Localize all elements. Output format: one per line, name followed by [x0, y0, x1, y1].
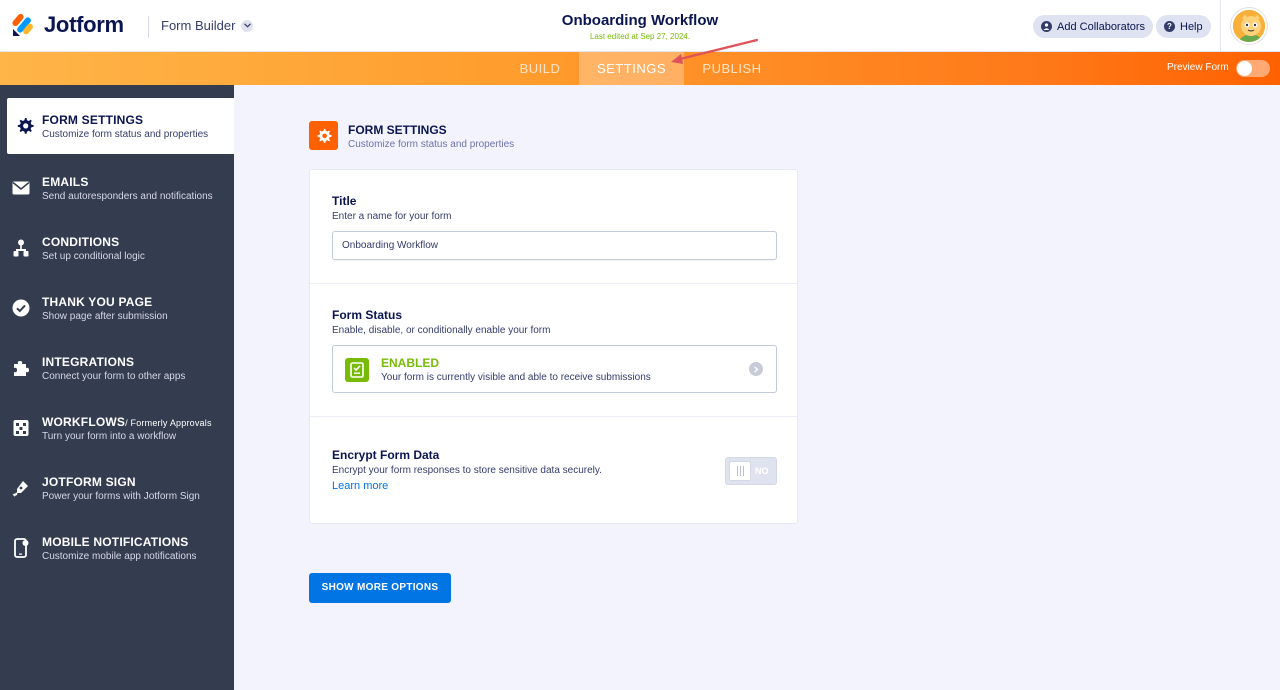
add-collaborators-label: Add Collaborators: [1057, 20, 1146, 33]
sidebar-item-subtitle: Turn your form into a workflow: [42, 430, 177, 442]
title-description: Enter a name for your form: [332, 211, 452, 222]
sidebar-item-subtitle: Show page after submission: [42, 310, 168, 322]
preview-form-label: Preview Form: [1167, 62, 1229, 73]
sidebar-item-title: INTEGRATIONS: [42, 354, 135, 369]
sidebar-item-title: FORM SETTINGS: [42, 112, 144, 127]
pen-icon: [0, 479, 42, 497]
learn-more-link[interactable]: Learn more: [332, 480, 388, 492]
section-header: FORM SETTINGS Customize form status and …: [309, 121, 514, 150]
sidebar-item-title: WORKFLOWS/ Formerly Approvals: [42, 415, 234, 429]
encrypt-toggle[interactable]: NO: [725, 457, 777, 485]
sidebar-item-subtitle: Set up conditional logic: [42, 250, 145, 262]
status-badge: ENABLED: [381, 356, 440, 370]
builder-tabs-bar: BUILD SETTINGS PUBLISH Preview Form: [0, 52, 1280, 85]
sidebar-item-subtitle: Customize mobile app notifications: [42, 550, 197, 562]
title-label: Title: [332, 194, 357, 208]
gear-icon: [7, 117, 42, 135]
user-icon: [1041, 21, 1052, 32]
sidebar-item-conditions[interactable]: CONDITIONS Set up conditional logic: [0, 218, 234, 278]
workflows-title: WORKFLOWS: [42, 414, 126, 429]
workflows-formerly-approvals: / Formerly Approvals: [125, 417, 212, 428]
toggle-state-label: NO: [755, 466, 769, 476]
gear-icon: [309, 121, 338, 150]
show-more-options-button[interactable]: SHOW MORE OPTIONS: [309, 573, 451, 603]
status-description: Your form is currently visible and able …: [381, 372, 651, 383]
sidebar-item-workflows[interactable]: WORKFLOWS/ Formerly Approvals Turn your …: [0, 398, 234, 458]
sidebar-item-title: EMAILS: [42, 174, 89, 189]
sidebar-item-subtitle: Customize form status and properties: [42, 128, 209, 140]
tab-settings[interactable]: SETTINGS: [579, 52, 684, 85]
sidebar-item-mobile-notifications[interactable]: MOBILE NOTIFICATIONS Customize mobile ap…: [0, 518, 234, 578]
encrypt-label: Encrypt Form Data: [332, 448, 440, 462]
mobile-icon: [0, 538, 42, 558]
workflow-icon: [0, 419, 42, 437]
sidebar-item-title: THANK YOU PAGE: [42, 294, 153, 309]
toggle-knob: [1237, 61, 1252, 76]
sidebar-item-integrations[interactable]: INTEGRATIONS Connect your form to other …: [0, 338, 234, 398]
tab-publish[interactable]: PUBLISH: [690, 52, 774, 85]
divider: [310, 283, 797, 284]
header-divider: [148, 16, 149, 38]
chevron-down-icon: [241, 19, 254, 32]
sidebar-item-form-settings[interactable]: FORM SETTINGS Customize form status and …: [7, 98, 234, 154]
enabled-form-icon: [345, 358, 369, 382]
last-edited-text: Last edited at Sep 27, 2024.: [589, 32, 691, 41]
sidebar-item-subtitle: Connect your form to other apps: [42, 370, 186, 382]
sidebar-item-title: JOTFORM SIGN: [42, 474, 136, 489]
form-title[interactable]: Onboarding Workflow: [440, 12, 840, 29]
form-status-label: Form Status: [332, 308, 403, 322]
form-builder-label: Form Builder: [161, 18, 236, 33]
toggle-handle: [729, 461, 751, 481]
conditions-icon: [0, 239, 42, 257]
question-icon: ?: [1164, 21, 1175, 32]
jotform-logo-icon: [12, 13, 34, 37]
form-status-selector[interactable]: ENABLED Your form is currently visible a…: [332, 345, 777, 393]
encrypt-description: Encrypt your form responses to store sen…: [332, 465, 602, 476]
sidebar-item-subtitle: Send autoresponders and notifications: [42, 190, 213, 202]
form-title-input[interactable]: Onboarding Workflow: [332, 231, 777, 260]
divider: [310, 416, 797, 417]
sidebar-item-emails[interactable]: EMAILS Send autoresponders and notificat…: [0, 158, 234, 218]
envelope-icon: [0, 181, 42, 195]
form-settings-card: Title Enter a name for your form Onboard…: [309, 169, 798, 524]
form-title-block: Onboarding Workflow Last edited at Sep 2…: [440, 12, 840, 41]
add-collaborators-button[interactable]: Add Collaborators: [1033, 15, 1154, 38]
form-builder-menu[interactable]: Form Builder: [161, 18, 254, 33]
preview-form-toggle[interactable]: [1236, 60, 1270, 77]
jotform-logo[interactable]: Jotform: [12, 12, 124, 38]
brand-name: Jotform: [44, 12, 124, 37]
sidebar-item-thank-you-page[interactable]: THANK YOU PAGE Show page after submissio…: [0, 278, 234, 338]
page-title: FORM SETTINGS: [348, 123, 447, 137]
avatar[interactable]: [1231, 8, 1267, 44]
top-header: Jotform Form Builder Onboarding Workflow…: [0, 0, 1280, 52]
tab-build[interactable]: BUILD: [505, 52, 575, 85]
help-button[interactable]: ? Help: [1156, 15, 1211, 38]
page-subtitle: Customize form status and properties: [348, 139, 515, 150]
puzzle-icon: [0, 359, 42, 377]
form-status-description: Enable, disable, or conditionally enable…: [332, 325, 551, 336]
help-label: Help: [1180, 20, 1203, 33]
sidebar-item-title: MOBILE NOTIFICATIONS: [42, 534, 189, 549]
sidebar-item-title: CONDITIONS: [42, 234, 120, 249]
chevron-right-icon: [749, 362, 763, 376]
check-circle-icon: [0, 299, 42, 317]
sidebar-item-subtitle: Power your forms with Jotform Sign: [42, 490, 200, 502]
sidebar-item-jotform-sign[interactable]: JOTFORM SIGN Power your forms with Jotfo…: [0, 458, 234, 518]
header-separator: [1220, 0, 1221, 52]
